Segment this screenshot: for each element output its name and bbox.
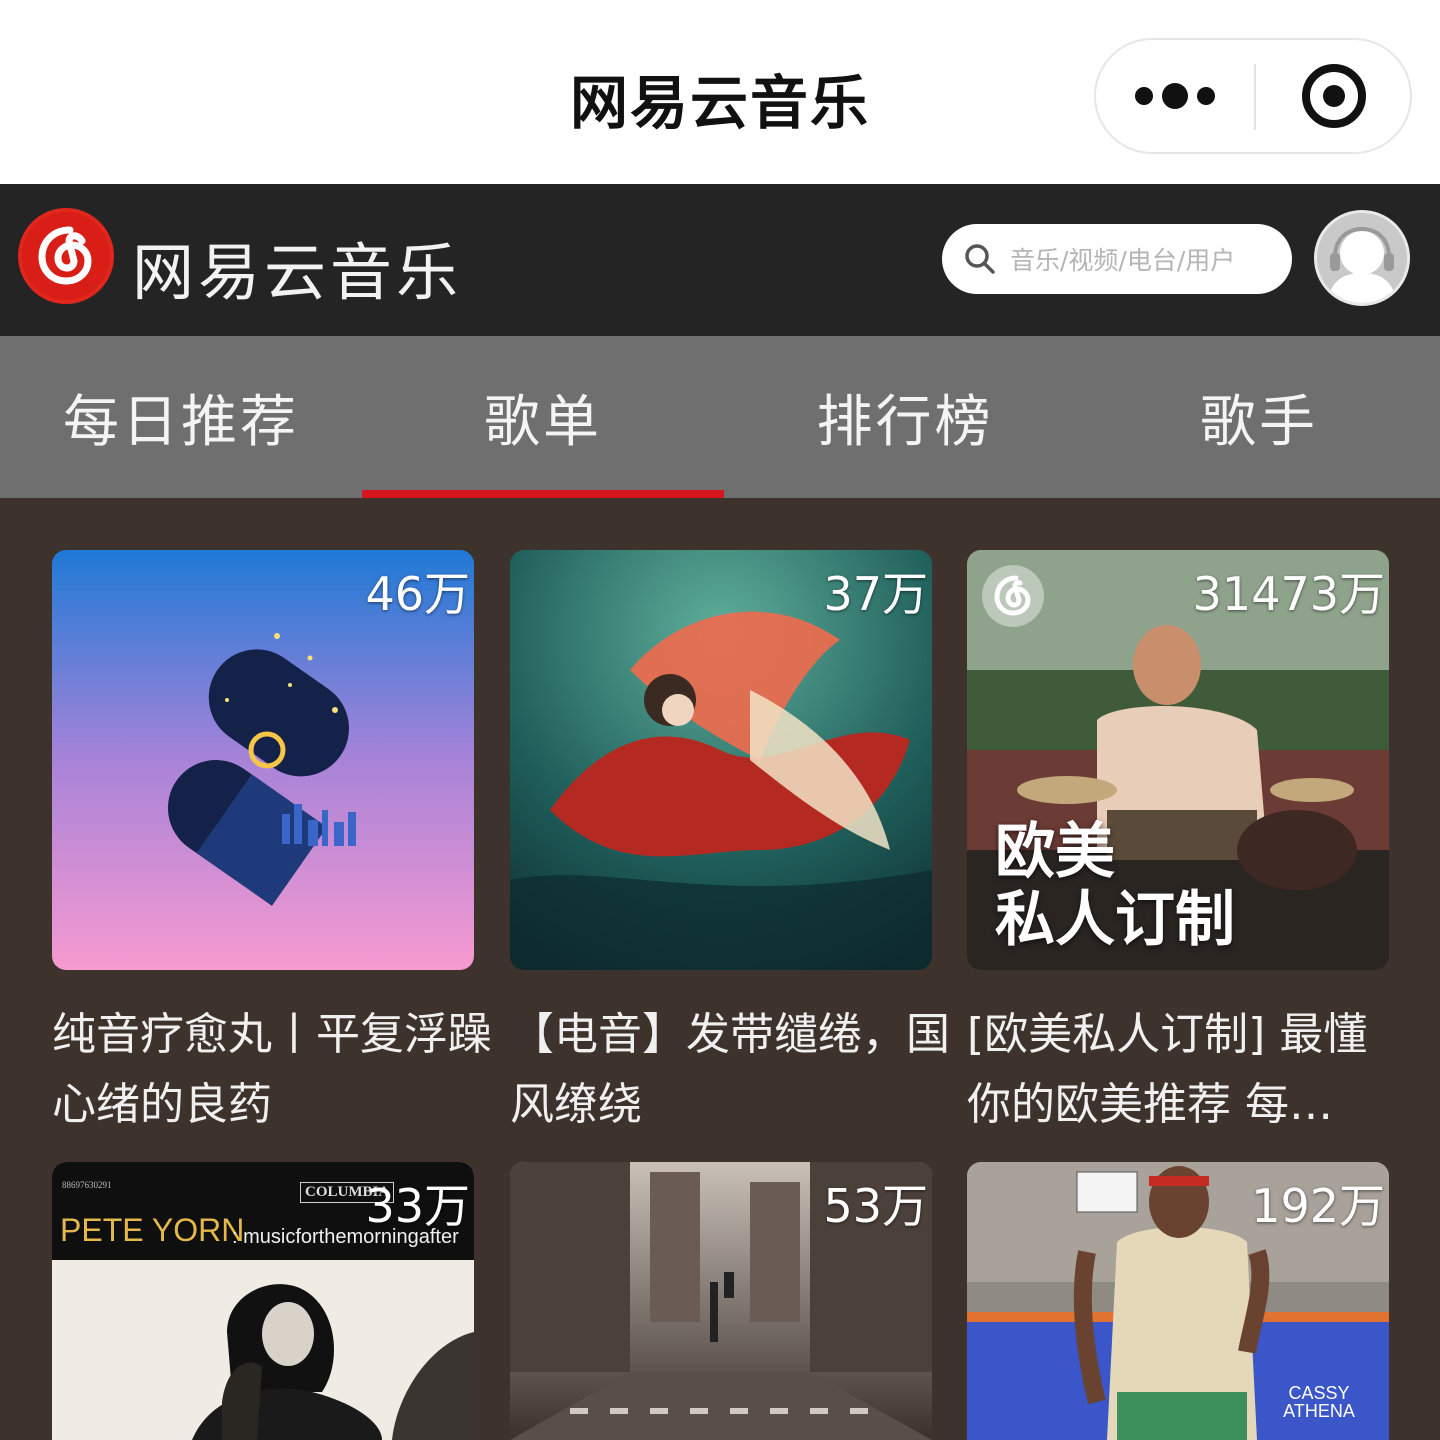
tab-daily-recommend[interactable]: 每日推荐 [0, 336, 362, 498]
brand-name: 网易云音乐 [132, 236, 463, 309]
play-count: 33万 [365, 1179, 470, 1233]
tab-playlists[interactable]: 歌单 [362, 336, 724, 498]
cover-artist-text: PETE YORN [60, 1212, 245, 1248]
playlist-cover[interactable]: 37万 [510, 550, 932, 970]
netease-badge-icon [982, 565, 1044, 627]
more-dots-icon[interactable] [1096, 40, 1254, 152]
play-count: 37万 [823, 567, 928, 621]
playlist-cover[interactable]: 53万 [510, 1162, 932, 1440]
window-titlebar: 网易云音乐 [0, 0, 1440, 184]
search-box[interactable]: 音乐/视频/电台/用户 [942, 224, 1292, 294]
play-count: 192万 [1251, 1179, 1385, 1233]
tab-label: 歌手 [1200, 389, 1318, 455]
user-avatar-icon[interactable] [1314, 210, 1410, 306]
cover-caption: 欧美 私人订制 [995, 818, 1235, 954]
tab-label: 排行榜 [816, 389, 994, 455]
cover-caption-line: 欧美 [995, 817, 1115, 887]
tab-label: 每日推荐 [63, 389, 299, 455]
close-button[interactable] [1256, 40, 1412, 152]
netease-music-logo[interactable] [18, 208, 114, 304]
cover-caption-line: 私人订制 [995, 885, 1235, 955]
tab-label: 歌单 [484, 389, 602, 455]
playlist-title[interactable]: 【电音】发带缱绻，国风缭绕 [510, 1000, 950, 1140]
target-close-icon [1302, 64, 1366, 128]
play-count: 46万 [365, 567, 470, 621]
category-tabs: 每日推荐 歌单 排行榜 歌手 [0, 336, 1440, 498]
playlist-title[interactable]: [欧美私人订制] 最懂你的欧美推荐 每… [967, 1000, 1407, 1140]
search-icon [965, 244, 995, 274]
app-header: 网易云音乐 音乐/视频/电台/用户 [0, 184, 1440, 336]
capsule-menu [1094, 38, 1412, 154]
tab-artists[interactable]: 歌手 [1078, 336, 1440, 498]
playlist-title[interactable]: 纯音疗愈丸丨平复浮躁心绪的良药 [52, 1000, 492, 1140]
tab-charts[interactable]: 排行榜 [724, 336, 1086, 498]
cover-brand-text: CASSY ATHENA [1283, 1383, 1355, 1421]
playlist-cover[interactable]: CASSY ATHENA 192万 [967, 1162, 1389, 1440]
search-placeholder: 音乐/视频/电台/用户 [1010, 246, 1236, 275]
playlist-cover[interactable]: 88697630291 COLUMBIA PETE YORN : musicfo… [52, 1162, 474, 1440]
play-count: 53万 [823, 1179, 928, 1233]
playlist-cover[interactable]: 欧美 私人订制 31473万 [967, 550, 1389, 970]
play-count: 31473万 [1192, 567, 1385, 621]
playlist-cover[interactable]: 46万 [52, 550, 474, 970]
cover-barcode-text: 88697630291 [62, 1180, 112, 1190]
